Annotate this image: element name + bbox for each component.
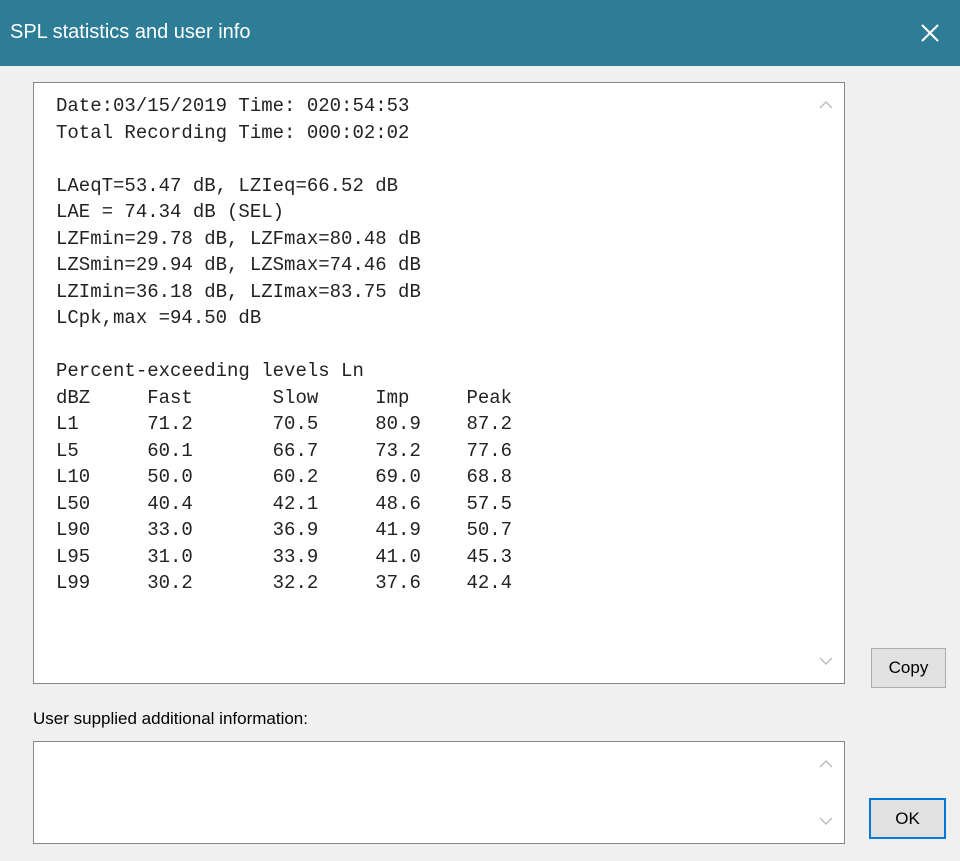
title-bar: SPL statistics and user info — [0, 0, 960, 66]
stats-line: LAE = 74.34 dB (SEL) — [56, 201, 285, 223]
stats-line: L5 60.1 66.7 73.2 77.6 — [56, 439, 513, 462]
stats-line: LZSmin=29.94 dB, LZSmax=74.46 dB — [56, 254, 421, 276]
stats-line: L1 71.2 70.5 80.9 87.2 — [56, 413, 513, 435]
ok-button[interactable]: OK — [869, 798, 946, 839]
scroll-up-button[interactable] — [808, 87, 844, 123]
close-icon — [921, 24, 939, 42]
chevron-down-icon — [819, 657, 833, 666]
stats-line: LZFmin=29.78 dB, LZFmax=80.48 dB — [56, 227, 421, 250]
stats-line: L10 50.0 60.2 69.0 68.8 — [56, 466, 513, 488]
user-info-scrollbar[interactable] — [808, 742, 844, 843]
chevron-up-icon — [819, 100, 833, 109]
chevron-down-icon — [819, 817, 833, 826]
chevron-up-icon — [819, 759, 833, 768]
user-info-input[interactable] — [38, 746, 802, 842]
stats-line: dBZ Fast Slow Imp Peak — [56, 386, 513, 409]
stats-line: LAeqT=53.47 dB, LZIeq=66.52 dB — [56, 174, 399, 197]
scroll-down-button[interactable] — [808, 803, 844, 839]
stats-line: LCpk,max =94.50 dB — [56, 307, 262, 329]
close-button[interactable] — [900, 0, 960, 66]
stats-scrollbar[interactable] — [808, 83, 844, 683]
stats-text: Date:03/15/2019 Time: 020:54:53 Total Re… — [56, 93, 512, 597]
stats-textbox[interactable]: Date:03/15/2019 Time: 020:54:53 Total Re… — [33, 82, 845, 684]
stats-line: Date:03/15/2019 Time: 020:54:53 — [56, 95, 410, 117]
window-title: SPL statistics and user info — [10, 21, 251, 43]
user-info-label: User supplied additional information: — [33, 709, 308, 728]
stats-line: L99 30.2 32.2 37.6 42.4 — [56, 572, 513, 594]
stats-line: LZImin=36.18 dB, LZImax=83.75 dB — [56, 280, 421, 303]
scroll-down-button[interactable] — [808, 643, 844, 679]
scroll-up-button[interactable] — [808, 746, 844, 782]
stats-line: L50 40.4 42.1 48.6 57.5 — [56, 492, 513, 515]
stats-line: L90 33.0 36.9 41.9 50.7 — [56, 519, 513, 541]
stats-line: L95 31.0 33.9 41.0 45.3 — [56, 545, 513, 568]
user-info-textbox[interactable] — [33, 741, 845, 844]
stats-line: Total Recording Time: 000:02:02 — [56, 121, 410, 144]
stats-line: Percent-exceeding levels Ln — [56, 360, 364, 382]
copy-button[interactable]: Copy — [871, 648, 946, 688]
